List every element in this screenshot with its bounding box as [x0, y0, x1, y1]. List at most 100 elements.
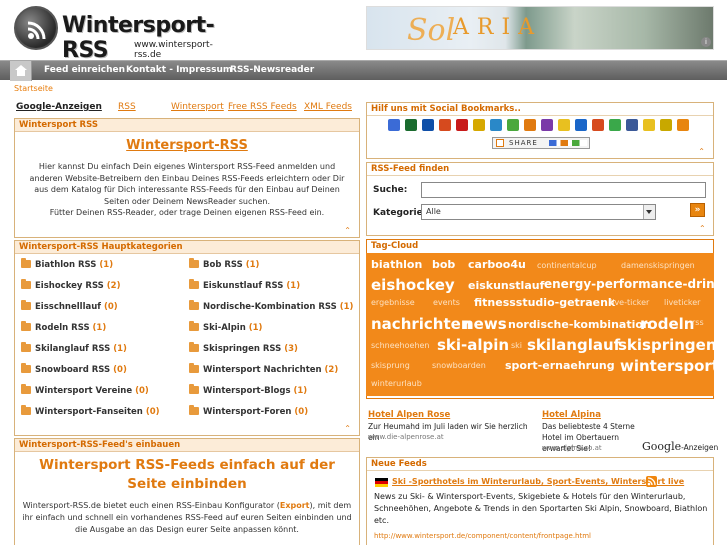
- scroll-up-icon[interactable]: ⌃: [344, 424, 351, 433]
- scroll-up-icon[interactable]: ⌃: [344, 226, 351, 235]
- tab-google-anzeigen[interactable]: Google-Anzeigen: [16, 102, 102, 112]
- tag-link[interactable]: eiskunstlauf: [468, 279, 544, 292]
- solaria-banner-ad[interactable]: Sol ARIA i: [366, 6, 714, 50]
- google-ads-badge[interactable]: Google-Anzeigen: [642, 440, 718, 453]
- google-icon[interactable]: [388, 119, 400, 131]
- intro-title-link[interactable]: Wintersport-RSS: [126, 138, 248, 153]
- tag-link[interactable]: eishockey: [371, 276, 455, 294]
- ad-hotel-alpen-rose-title[interactable]: Hotel Alpen Rose: [368, 410, 450, 420]
- category-item[interactable]: Rodeln RSS (1): [21, 321, 106, 333]
- category-count: (0): [113, 365, 127, 375]
- tab-rss[interactable]: RSS: [118, 102, 136, 112]
- category-item[interactable]: Wintersport-Foren (0): [189, 405, 308, 417]
- tab-free-rss-feeds[interactable]: Free RSS Feeds: [228, 102, 297, 112]
- tag-link[interactable]: skisprung: [371, 361, 410, 370]
- share-button[interactable]: SHARE: [492, 137, 590, 149]
- category-item[interactable]: Skispringen RSS (3): [189, 342, 298, 354]
- search-input[interactable]: [421, 182, 706, 198]
- rss-feed-icon[interactable]: [646, 476, 657, 487]
- category-item[interactable]: Wintersport Vereine (0): [21, 384, 149, 396]
- tag-link[interactable]: fitnessstudio-getraenk: [474, 296, 615, 309]
- search-icon[interactable]: [592, 119, 604, 131]
- tag-link[interactable]: ski: [511, 341, 522, 350]
- technorati-icon[interactable]: [507, 119, 519, 131]
- tag-link[interactable]: nachrichten: [371, 315, 472, 333]
- windows-live-icon[interactable]: [575, 119, 587, 131]
- ad-info-icon[interactable]: i: [701, 37, 711, 47]
- category-item[interactable]: Skilanglauf RSS (1): [21, 342, 127, 354]
- tag-link[interactable]: schneehoehen: [371, 341, 430, 350]
- star-icon[interactable]: [558, 119, 570, 131]
- tag-link[interactable]: rss: [692, 318, 704, 327]
- linkarena-icon[interactable]: [490, 119, 502, 131]
- category-item[interactable]: Wintersport-Blogs (1): [189, 384, 307, 396]
- category-name: Wintersport Vereine: [35, 386, 133, 396]
- feed-search-heading: RSS-Feed finden: [367, 163, 713, 176]
- tag-link[interactable]: bob: [432, 258, 455, 271]
- tag-link[interactable]: sport-ernaehrung: [505, 359, 615, 372]
- category-item[interactable]: Bob RSS (1): [189, 258, 259, 270]
- folder-icon: [21, 342, 31, 352]
- breadcrumb[interactable]: Startseite: [14, 84, 53, 93]
- tag-link[interactable]: liveticker: [664, 298, 700, 307]
- category-item[interactable]: Biathlon RSS (1): [21, 258, 113, 270]
- scroll-up-icon[interactable]: ⌃: [698, 147, 705, 156]
- tag-link[interactable]: news: [463, 315, 507, 333]
- delicious-icon[interactable]: [422, 119, 434, 131]
- webnews-icon[interactable]: [660, 119, 672, 131]
- yigg-icon[interactable]: [541, 119, 553, 131]
- facebook-icon[interactable]: [626, 119, 638, 131]
- mister-wong-icon[interactable]: [473, 119, 485, 131]
- search-go-button[interactable]: »: [690, 203, 705, 217]
- favorite-icon[interactable]: [643, 119, 655, 131]
- nav-rss-newsreader[interactable]: RSS-Newsreader: [230, 65, 314, 75]
- category-item[interactable]: Wintersport Nachrichten (2): [189, 363, 338, 375]
- heart-icon[interactable]: [456, 119, 468, 131]
- tag-link[interactable]: winterurlaub: [371, 379, 422, 388]
- tag-link[interactable]: ergebnisse: [371, 298, 415, 307]
- category-item[interactable]: Eisschnelllauf (0): [21, 300, 118, 312]
- tag-link[interactable]: damenskispringen: [621, 261, 695, 270]
- tag-link[interactable]: energy-performance-drink: [544, 277, 714, 291]
- home-button[interactable]: [10, 61, 32, 81]
- ad-hotel-alpina-title[interactable]: Hotel Alpina: [542, 410, 601, 420]
- tab-wintersport[interactable]: Wintersport: [171, 102, 224, 112]
- category-item[interactable]: Eishockey RSS (2): [21, 279, 120, 291]
- new-feed-url[interactable]: http://www.wintersport.de/component/cont…: [374, 532, 591, 540]
- tag-link[interactable]: nordische-kombination: [508, 318, 651, 331]
- category-item[interactable]: Nordische-Kombination RSS (1): [189, 300, 353, 312]
- tag-link[interactable]: carboo4u: [468, 258, 526, 271]
- tag-link[interactable]: rodeln: [640, 315, 694, 333]
- category-select[interactable]: Alle: [421, 204, 656, 220]
- tag-link[interactable]: biathlon: [371, 258, 422, 271]
- new-feed-title[interactable]: Ski -Sporthotels im Winterurlaub, Sport-…: [392, 477, 684, 486]
- tag-link[interactable]: continentalcup: [537, 261, 597, 270]
- ad-hotel-alpen-rose-url[interactable]: www.die-alpenrose.at: [368, 433, 444, 441]
- category-name: Wintersport-Fanseiten: [35, 407, 143, 417]
- digg-icon[interactable]: [405, 119, 417, 131]
- ad-hotel-alpina-url[interactable]: www.alpina.co.at: [542, 444, 602, 452]
- tag-link[interactable]: events: [433, 298, 460, 307]
- folder-icon: [21, 363, 31, 373]
- tag-link[interactable]: wintersport: [620, 357, 714, 375]
- tag-link[interactable]: skilanglauf: [527, 336, 620, 354]
- tag-link[interactable]: ski-alpin: [437, 336, 509, 354]
- blogger-icon[interactable]: [677, 119, 689, 131]
- category-item[interactable]: Snowboard RSS (0): [21, 363, 127, 375]
- tag-link[interactable]: skispringen: [618, 336, 714, 354]
- tab-xml-feeds[interactable]: XML Feeds: [304, 102, 352, 112]
- site-logo[interactable]: Wintersport-RSS www.wintersport-rss.de: [14, 6, 230, 63]
- category-item[interactable]: Eiskunstlauf RSS (1): [189, 279, 301, 291]
- export-link[interactable]: Export: [280, 501, 310, 510]
- nav-kontakt-impressum[interactable]: Kontakt - Impressum: [126, 65, 232, 75]
- category-item[interactable]: Wintersport-Fanseiten (0): [21, 405, 160, 417]
- tag-link[interactable]: snowboarden: [432, 361, 486, 370]
- tag-link[interactable]: live-ticker: [610, 298, 649, 307]
- folder-icon: [189, 384, 199, 394]
- folkd-icon[interactable]: [524, 119, 536, 131]
- stumbleupon-icon[interactable]: [439, 119, 451, 131]
- category-item[interactable]: Ski-Alpin (1): [189, 321, 262, 333]
- category-count: (1): [286, 281, 301, 291]
- blue-dot-icon[interactable]: [609, 119, 621, 131]
- nav-feed-einreichen[interactable]: Feed einreichen: [44, 65, 125, 75]
